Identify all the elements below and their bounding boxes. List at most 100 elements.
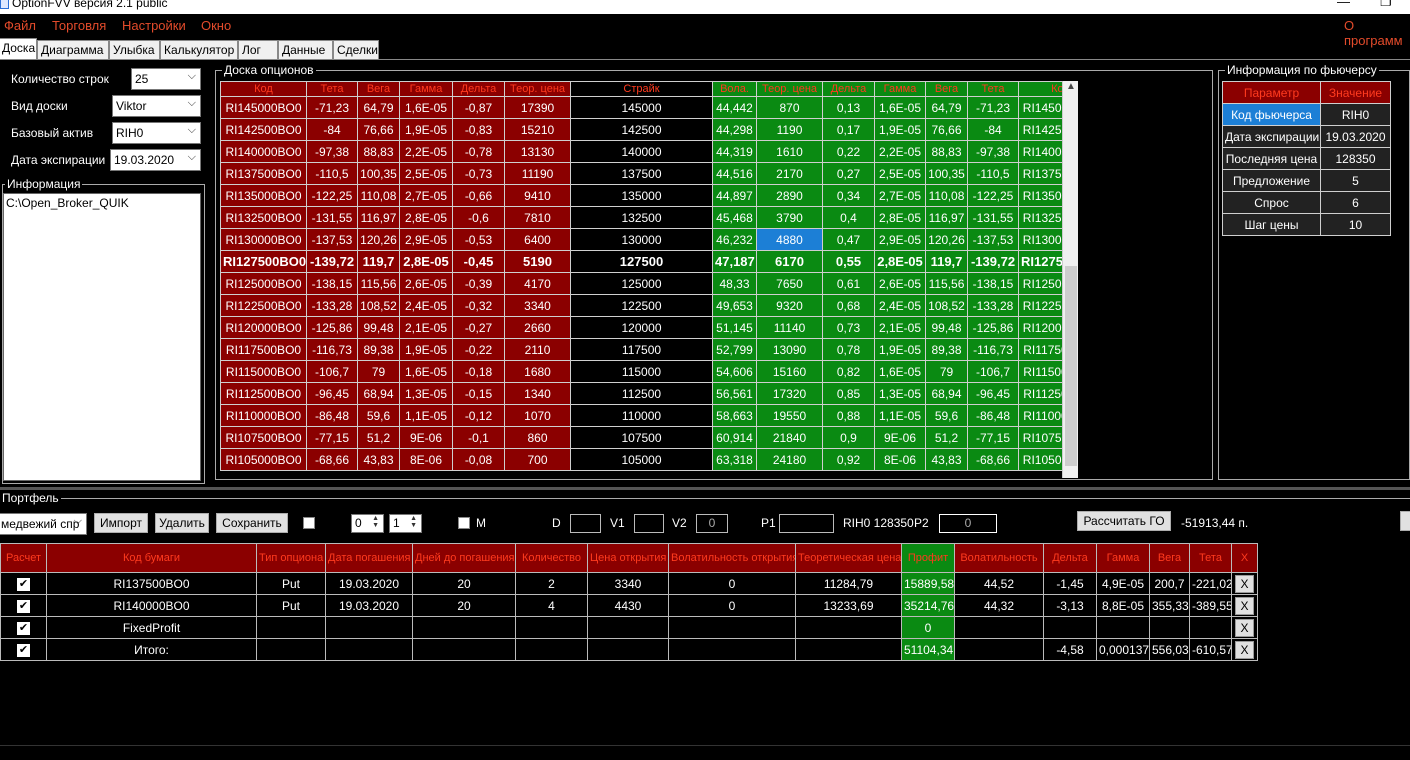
board-cell[interactable]: -0,6 bbox=[452, 206, 505, 229]
board-cell[interactable]: 116,97 bbox=[357, 206, 400, 229]
calc-cell[interactable]: ✔ bbox=[0, 616, 47, 639]
portfolio-cell-vega[interactable]: 200,7 bbox=[1149, 572, 1190, 595]
board-cell[interactable]: 2170 bbox=[756, 162, 823, 185]
board-cell[interactable]: 2,8E-05 bbox=[874, 250, 926, 273]
board-cell[interactable]: -122,25 bbox=[306, 184, 358, 207]
futures-param[interactable]: Шаг цены bbox=[1222, 213, 1321, 236]
tab-calculator[interactable]: Калькулятор bbox=[160, 40, 238, 59]
board-scrollbar[interactable]: ▲ bbox=[1062, 81, 1078, 478]
board-cell[interactable]: 115,56 bbox=[357, 272, 400, 295]
board-cell[interactable]: -68,66 bbox=[306, 448, 358, 471]
board-cell[interactable]: -0,87 bbox=[452, 96, 505, 119]
board-cell[interactable]: -84 bbox=[967, 118, 1019, 141]
board-cell[interactable]: 68,94 bbox=[357, 382, 400, 405]
board-cell[interactable]: 2,4E-05 bbox=[874, 294, 926, 317]
board-cell[interactable]: -86,48 bbox=[967, 404, 1019, 427]
board-cell[interactable]: 0,85 bbox=[822, 382, 875, 405]
board-cell[interactable]: 17320 bbox=[756, 382, 823, 405]
board-row[interactable]: RI127500BO0 -139,72 119,7 2,8E-05 -0,45 5190 1… bbox=[220, 250, 1078, 273]
board-cell[interactable]: -131,55 bbox=[306, 206, 358, 229]
board-cell[interactable]: 11190 bbox=[504, 162, 571, 185]
board-cell[interactable]: 132500 bbox=[570, 206, 713, 229]
board-row[interactable]: RI107500BO0 -77,15 51,2 9E-06 -0,1 860 107500 6… bbox=[220, 426, 1078, 449]
board-cell[interactable]: 117500 bbox=[570, 338, 713, 361]
board-cell[interactable]: 1,1E-05 bbox=[399, 404, 453, 427]
portfolio-cell-vega[interactable]: 556,03 bbox=[1149, 638, 1190, 661]
board-cell[interactable]: 0,47 bbox=[822, 228, 875, 251]
portfolio-cell-type[interactable] bbox=[256, 638, 326, 661]
board-cell[interactable]: RI115000BO0 bbox=[220, 360, 307, 383]
board-cell[interactable]: -0,1 bbox=[452, 426, 505, 449]
splitter[interactable] bbox=[0, 487, 1410, 490]
portfolio-cell-delta[interactable]: -1,45 bbox=[1043, 572, 1097, 595]
board-cell[interactable]: 110,08 bbox=[357, 184, 400, 207]
board-cell[interactable]: -137,53 bbox=[967, 228, 1019, 251]
board-cell[interactable]: -106,7 bbox=[967, 360, 1019, 383]
board-cell[interactable]: 1340 bbox=[504, 382, 571, 405]
portfolio-cell-theta[interactable] bbox=[1189, 616, 1232, 639]
board-cell[interactable]: 58,663 bbox=[712, 404, 757, 427]
board-cell[interactable]: RI130000BO0 bbox=[220, 228, 307, 251]
board-cell[interactable]: -0,53 bbox=[452, 228, 505, 251]
calc-cell[interactable]: ✔ bbox=[0, 638, 47, 661]
portfolio-row[interactable]: ✔ RI140000BO0 Put 19.03.2020 20 4 4430 0 13233,6… bbox=[0, 594, 1258, 617]
board-cell[interactable]: 2,8E-05 bbox=[399, 206, 453, 229]
board-cell[interactable]: -0,12 bbox=[452, 404, 505, 427]
futures-row[interactable]: Предложение 5 bbox=[1222, 169, 1391, 192]
delete-button[interactable]: Удалить bbox=[155, 513, 209, 533]
portfolio-cell-vol[interactable]: 44,32 bbox=[954, 594, 1044, 617]
board-cell[interactable]: 1,3E-05 bbox=[399, 382, 453, 405]
board-cell[interactable]: -137,53 bbox=[306, 228, 358, 251]
portfolio-cell-theta[interactable]: -389,55 bbox=[1189, 594, 1232, 617]
board-cell[interactable]: 76,66 bbox=[357, 118, 400, 141]
board-cell[interactable]: 99,48 bbox=[357, 316, 400, 339]
board-cell[interactable]: 46,232 bbox=[712, 228, 757, 251]
board-cell[interactable]: RI142500BO0 bbox=[220, 118, 307, 141]
tab-data[interactable]: Данные bbox=[278, 40, 333, 59]
d-input[interactable] bbox=[570, 514, 601, 533]
portfolio-cell-date[interactable] bbox=[325, 638, 413, 661]
calc-cell[interactable]: ✔ bbox=[0, 594, 47, 617]
board-cell[interactable]: 0,92 bbox=[822, 448, 875, 471]
board-cell[interactable]: 3790 bbox=[756, 206, 823, 229]
portfolio-cell-date[interactable] bbox=[325, 616, 413, 639]
board-cell[interactable]: 127500 bbox=[570, 250, 713, 273]
remove-row-button[interactable]: X bbox=[1235, 596, 1254, 615]
board-cell[interactable]: 1070 bbox=[504, 404, 571, 427]
portfolio-cell-days[interactable] bbox=[412, 638, 516, 661]
board-cell[interactable]: -68,66 bbox=[967, 448, 1019, 471]
board-cell[interactable]: 120,26 bbox=[357, 228, 400, 251]
board-row[interactable]: RI105000BO0 -68,66 43,83 8E-06 -0,08 700 10500… bbox=[220, 448, 1078, 471]
board-cell[interactable]: 120000 bbox=[570, 316, 713, 339]
portfolio-cell-type[interactable]: Put bbox=[256, 572, 326, 595]
portfolio-row[interactable]: ✔ Итого: 51104,34 -4,58 0,000137 556,03 -610,5… bbox=[0, 638, 1258, 661]
board-cell[interactable]: 1610 bbox=[756, 140, 823, 163]
info-textbox[interactable]: C:\Open_Broker_QUIK bbox=[3, 193, 201, 481]
portfolio-cell-theor[interactable] bbox=[795, 616, 902, 639]
board-cell[interactable]: 1,6E-05 bbox=[874, 96, 926, 119]
calc-checkbox[interactable]: ✔ bbox=[17, 622, 30, 635]
board-row[interactable]: RI110000BO0 -86,48 59,6 1,1E-05 -0,12 1070 110… bbox=[220, 404, 1078, 427]
board-cell[interactable]: 4880 bbox=[756, 228, 823, 251]
board-cell[interactable]: 89,38 bbox=[357, 338, 400, 361]
portfolio-cell-days[interactable]: 20 bbox=[412, 572, 516, 595]
board-cell[interactable]: 2,8E-05 bbox=[874, 206, 926, 229]
portfolio-cell-price[interactable] bbox=[587, 638, 669, 661]
board-cell[interactable]: 13130 bbox=[504, 140, 571, 163]
futures-param[interactable]: Предложение bbox=[1222, 169, 1321, 192]
board-cell[interactable]: 0,27 bbox=[822, 162, 875, 185]
board-cell[interactable]: 1,6E-05 bbox=[874, 360, 926, 383]
board-cell[interactable]: 59,6 bbox=[925, 404, 968, 427]
menu-file[interactable]: Файл bbox=[4, 18, 36, 33]
calc-checkbox[interactable]: ✔ bbox=[17, 578, 30, 591]
board-cell[interactable]: RI145000BO0 bbox=[220, 96, 307, 119]
board-cell[interactable]: -77,15 bbox=[306, 426, 358, 449]
board-row[interactable]: RI120000BO0 -125,86 99,48 2,1E-05 -0,27 2660 1… bbox=[220, 316, 1078, 339]
board-cell[interactable]: 122500 bbox=[570, 294, 713, 317]
board-cell[interactable]: 44,897 bbox=[712, 184, 757, 207]
board-cell[interactable]: 64,79 bbox=[925, 96, 968, 119]
futures-value[interactable]: RIH0 bbox=[1320, 103, 1391, 126]
board-cell[interactable]: 19550 bbox=[756, 404, 823, 427]
board-cell[interactable]: 43,83 bbox=[925, 448, 968, 471]
board-header-cell[interactable]: Теор. цена bbox=[504, 81, 571, 97]
